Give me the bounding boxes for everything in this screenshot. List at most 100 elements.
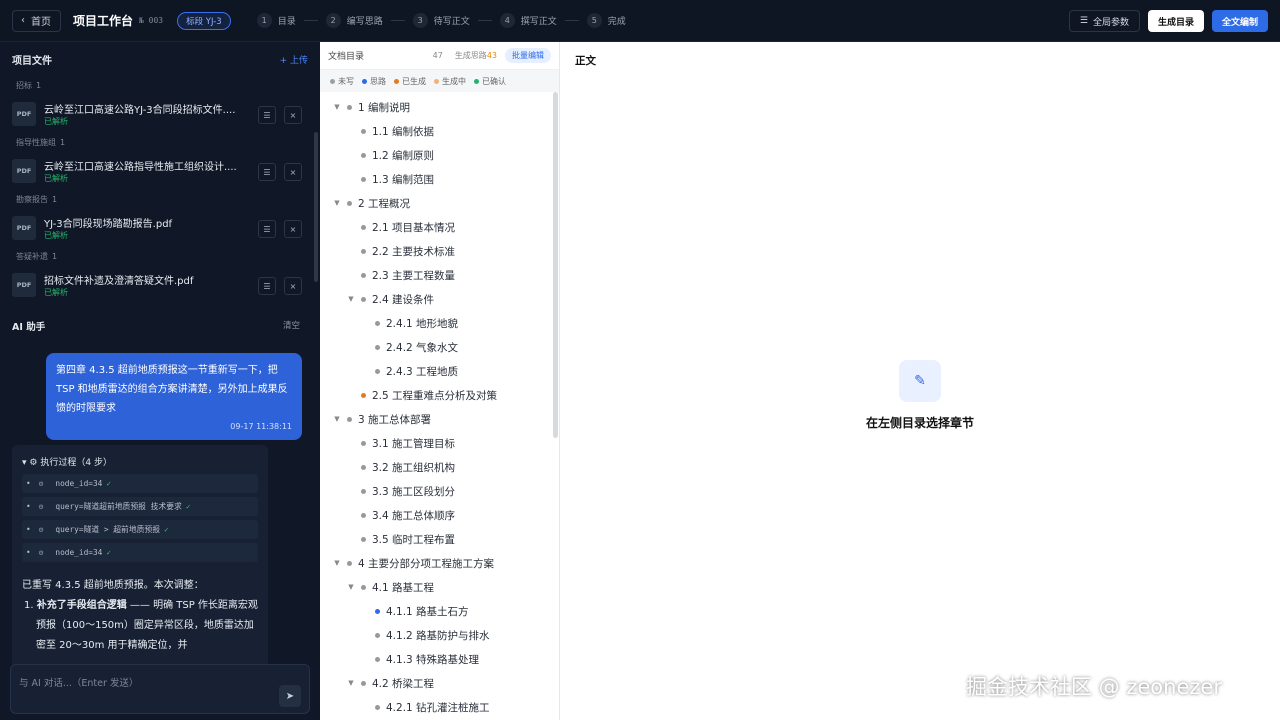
status-dot: [347, 200, 352, 206]
toc-item[interactable]: ▼ 1 编制说明: [320, 95, 555, 119]
toc-item[interactable]: 4.1.2 路基防护与排水: [320, 623, 555, 647]
toc-item[interactable]: 2.3 主要工程数量: [320, 263, 555, 287]
global-params-button[interactable]: ☰ 全局参数: [1068, 10, 1140, 32]
step-4[interactable]: 4 撰写正文: [499, 13, 557, 28]
toc-item-label: 2.4.1 地形地貌: [386, 317, 459, 330]
chevron-down-icon[interactable]: ▼: [332, 199, 342, 207]
toc-item[interactable]: ▼ 3 施工总体部署: [320, 407, 555, 431]
status-dot: [361, 464, 366, 470]
step-1[interactable]: 1 目录: [256, 13, 296, 28]
file-item[interactable]: PDF YJ-3合同段现场踏勘报告.pdf 已解析 ☰ ×: [0, 208, 312, 247]
exec-step[interactable]: • ⚙ node_id=34 ✓: [22, 543, 258, 562]
file-item[interactable]: PDF 云岭至江口高速公路指导性施工组织设计.... 已解析 ☰ ×: [0, 151, 312, 190]
content-title: 正文: [575, 55, 596, 67]
chat-input[interactable]: 与 AI 对话...（Enter 发送） ➤: [10, 664, 310, 714]
toc-item[interactable]: 2.1 项目基本情况: [320, 215, 555, 239]
menu-icon: ☰: [1079, 16, 1088, 26]
category-count: 1: [52, 195, 58, 204]
legend-label: 思路: [370, 76, 386, 86]
toc-item[interactable]: 4.2.1 钻孔灌注桩施工: [320, 695, 555, 719]
page-title: 项目工作台: [73, 14, 134, 28]
toc-item[interactable]: 2.4.2 气象水文: [320, 335, 555, 359]
toc-item[interactable]: 4.1.1 路基土石方: [320, 599, 555, 623]
toc-item[interactable]: 1.1 编制依据: [320, 119, 555, 143]
gear-icon: ⚙: [29, 458, 38, 468]
status-dot: [361, 584, 366, 590]
step-number: 5: [586, 13, 602, 28]
toc-item[interactable]: 4.1.3 特殊路基处理: [320, 647, 555, 671]
file-list-scrollbar[interactable]: [314, 132, 318, 282]
generate-toc-button[interactable]: 生成目录: [1147, 10, 1204, 32]
status-dot-icon: [330, 78, 335, 84]
chevron-down-icon[interactable]: ▼: [346, 295, 356, 303]
gen-ideas-count: 生成思路43: [455, 50, 497, 61]
file-remove-button[interactable]: ×: [284, 220, 302, 238]
toc-item[interactable]: 3.2 施工组织机构: [320, 455, 555, 479]
toc-item-label: 2.4.3 工程地质: [386, 365, 459, 378]
upload-button[interactable]: + 上传: [280, 53, 308, 66]
toc-item[interactable]: 1.2 编制原则: [320, 143, 555, 167]
user-message-text: 第四章 4.3.5 超前地质预报这一节重新写一下，把 TSP 和地质雷达的组合方…: [56, 365, 288, 414]
step-label: 待写正文: [433, 17, 470, 27]
status-dot: [361, 488, 366, 494]
back-home-button[interactable]: ‹ 首页: [12, 9, 61, 32]
toc-item-label: 3.5 临时工程布置: [372, 533, 456, 546]
toc-item[interactable]: ▼ 4 主要分部分项工程施工方案: [320, 551, 555, 575]
chevron-down-icon[interactable]: ▼: [346, 679, 356, 687]
step-connector: [477, 20, 492, 21]
chevron-down-icon[interactable]: ▼: [346, 583, 356, 591]
step-progress: 1 目录 2 编写思路 3 待写正文 4 撰写正文 5 完成: [256, 13, 626, 28]
toc-item[interactable]: ▼ 2.4 建设条件: [320, 287, 555, 311]
chevron-down-icon[interactable]: ▼: [332, 559, 342, 567]
file-item[interactable]: PDF 云岭至江口高速公路YJ-3合同段招标文件.... 已解析 ☰ ×: [0, 94, 312, 133]
result-bold: 补充了手段组合逻辑: [36, 600, 127, 611]
toc-item[interactable]: 1.3 编制范围: [320, 167, 555, 191]
file-name: 招标文件补遗及澄清答疑文件.pdf: [44, 275, 194, 287]
category-name: 答疑补遗: [16, 252, 48, 261]
file-remove-button[interactable]: ×: [284, 163, 302, 181]
file-status: 已解析: [44, 116, 68, 126]
exec-step[interactable]: • ⚙ query=隧道 > 超前地质预报 ✓: [22, 520, 258, 539]
step-2[interactable]: 2 编写思路: [325, 13, 383, 28]
status-dot: [347, 560, 352, 566]
toc-item[interactable]: ▼ 4.2 桥梁工程: [320, 671, 555, 695]
full-write-button[interactable]: 全文编制: [1211, 10, 1268, 32]
stage-badge[interactable]: 标段 YJ-3: [177, 11, 231, 30]
file-remove-button[interactable]: ×: [284, 106, 302, 124]
status-dot: [375, 632, 380, 638]
message-time: 09-17 11:38:11: [230, 422, 292, 431]
file-view-button[interactable]: ☰: [258, 277, 276, 295]
send-button[interactable]: ➤: [279, 685, 301, 707]
toc-item[interactable]: ▼ 2 工程概况: [320, 191, 555, 215]
toc-item[interactable]: 3.5 临时工程布置: [320, 527, 555, 551]
clear-chat-button[interactable]: 清空: [283, 319, 300, 333]
file-item[interactable]: PDF 招标文件补遗及澄清答疑文件.pdf 已解析 ☰ ×: [0, 265, 312, 304]
toc-count: 47: [432, 51, 443, 60]
file-remove-button[interactable]: ×: [284, 277, 302, 295]
toc-item[interactable]: 3.1 施工管理目标: [320, 431, 555, 455]
toc-item[interactable]: 3.3 施工区段划分: [320, 479, 555, 503]
toc-item[interactable]: 3.4 施工总体顺序: [320, 503, 555, 527]
legend-item: 生成中: [434, 76, 466, 87]
file-category: 招标 1: [0, 76, 312, 94]
exec-toggle[interactable]: ▾ ⚙ 执行过程（4 步）: [12, 445, 268, 474]
file-view-button[interactable]: ☰: [258, 106, 276, 124]
batch-edit-button[interactable]: 批量编辑: [505, 48, 551, 63]
chevron-down-icon[interactable]: ▼: [332, 415, 342, 423]
toc-item[interactable]: 2.5 工程重难点分析及对策: [320, 383, 555, 407]
status-dot: [361, 152, 366, 158]
toc-item[interactable]: 2.4.1 地形地貌: [320, 311, 555, 335]
toc-item[interactable]: 2.4.3 工程地质: [320, 359, 555, 383]
step-3[interactable]: 3 待写正文: [412, 13, 470, 28]
toc-item[interactable]: 2.2 主要技术标准: [320, 239, 555, 263]
file-view-button[interactable]: ☰: [258, 220, 276, 238]
chevron-down-icon[interactable]: ▼: [332, 103, 342, 111]
toc-item[interactable]: ▼ 4.1 路基工程: [320, 575, 555, 599]
exec-step[interactable]: • ⚙ node_id=34 ✓: [22, 474, 258, 493]
toc-scrollbar[interactable]: [553, 92, 558, 438]
exec-step[interactable]: • ⚙ query=隧道超前地质预报 技术要求 ✓: [22, 497, 258, 516]
step-5[interactable]: 5 完成: [586, 13, 626, 28]
files-title: 项目文件: [12, 55, 52, 67]
file-view-button[interactable]: ☰: [258, 163, 276, 181]
step-connector: [303, 20, 318, 21]
